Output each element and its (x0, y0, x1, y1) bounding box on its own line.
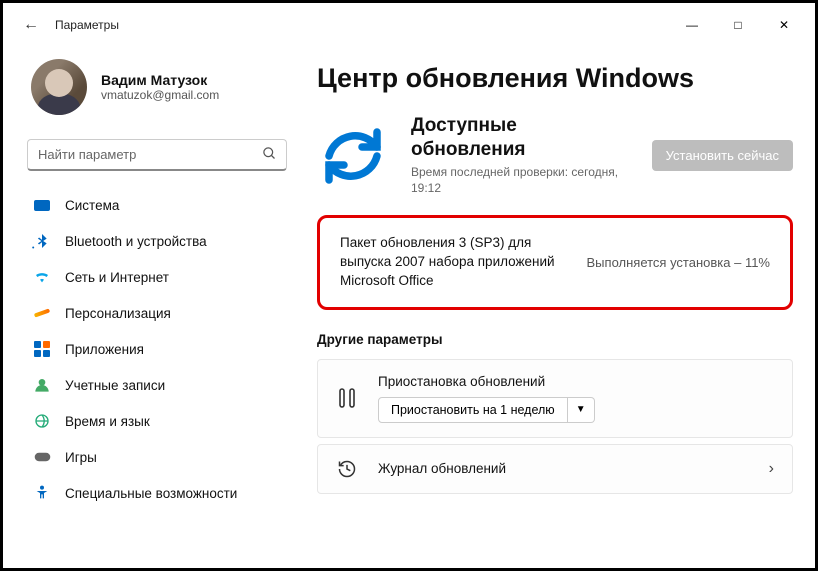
profile-email: vmatuzok@gmail.com (101, 88, 219, 102)
wifi-icon (33, 268, 51, 286)
install-now-button[interactable]: Установить сейчас (652, 140, 793, 171)
sidebar-item-label: Специальные возможности (65, 486, 237, 501)
sidebar: Вадим Матузок vmatuzok@gmail.com Система… (3, 47, 303, 568)
pause-duration-button[interactable]: Приостановить на 1 неделю (378, 397, 568, 423)
sidebar-item-time[interactable]: Время и язык (23, 403, 291, 439)
sidebar-item-label: Система (65, 198, 119, 213)
search-input[interactable] (27, 139, 287, 171)
profile-name: Вадим Матузок (101, 72, 219, 88)
display-icon (34, 200, 50, 211)
chevron-right-icon: › (769, 460, 774, 478)
sidebar-item-system[interactable]: Система (23, 187, 291, 223)
sidebar-item-label: Учетные записи (65, 378, 165, 393)
history-label: Журнал обновлений (378, 461, 749, 476)
other-settings-title: Другие параметры (317, 332, 793, 347)
last-check-label: Время последней проверки: сегодня, 19:12 (411, 164, 630, 198)
page-title: Центр обновления Windows (317, 63, 793, 94)
update-item-name: Пакет обновления 3 (SP3) для выпуска 200… (340, 234, 567, 291)
titlebar: ← Параметры — □ ✕ (3, 3, 815, 47)
pause-updates-card[interactable]: Приостановка обновлений Приостановить на… (317, 359, 793, 438)
update-item-status: Выполняется установка – 11% (587, 255, 770, 270)
sync-icon (317, 120, 389, 192)
sidebar-item-label: Bluetooth и устройства (65, 234, 207, 249)
updates-available-title: Доступные обновления (411, 114, 630, 162)
bluetooth-icon: ฺ︎ (33, 232, 51, 250)
app-title: Параметры (55, 18, 119, 32)
clock-globe-icon (33, 412, 51, 430)
sidebar-item-label: Приложения (65, 342, 144, 357)
sidebar-item-network[interactable]: Сеть и Интернет (23, 259, 291, 295)
history-icon (336, 459, 358, 479)
person-icon (33, 376, 51, 394)
accessibility-icon (33, 484, 51, 502)
gamepad-icon (33, 448, 51, 466)
maximize-button[interactable]: □ (715, 9, 761, 41)
sidebar-item-bluetooth[interactable]: ฺ︎ Bluetooth и устройства (23, 223, 291, 259)
sidebar-item-label: Время и язык (65, 414, 150, 429)
sidebar-item-personalization[interactable]: Персонализация (23, 295, 291, 331)
avatar (31, 59, 87, 115)
search-icon (262, 146, 277, 166)
apps-icon (33, 340, 51, 358)
sidebar-item-apps[interactable]: Приложения (23, 331, 291, 367)
minimize-button[interactable]: — (669, 9, 715, 41)
update-header: Доступные обновления Время последней про… (317, 114, 793, 197)
update-item-card: Пакет обновления 3 (SP3) для выпуска 200… (317, 215, 793, 310)
pause-dropdown-caret[interactable]: ▼ (568, 397, 595, 423)
sidebar-item-label: Игры (65, 450, 97, 465)
sidebar-item-accounts[interactable]: Учетные записи (23, 367, 291, 403)
pause-label: Приостановка обновлений (378, 374, 774, 389)
close-button[interactable]: ✕ (761, 9, 807, 41)
profile-block[interactable]: Вадим Матузок vmatuzok@gmail.com (23, 47, 291, 135)
pause-icon (336, 387, 358, 409)
sidebar-item-games[interactable]: Игры (23, 439, 291, 475)
brush-icon (33, 304, 51, 322)
sidebar-item-label: Персонализация (65, 306, 171, 321)
sidebar-item-label: Сеть и Интернет (65, 270, 169, 285)
sidebar-item-accessibility[interactable]: Специальные возможности (23, 475, 291, 511)
update-history-card[interactable]: Журнал обновлений › (317, 444, 793, 494)
back-button[interactable]: ← (23, 16, 39, 34)
main-content: Центр обновления Windows Доступные обнов… (303, 47, 815, 568)
